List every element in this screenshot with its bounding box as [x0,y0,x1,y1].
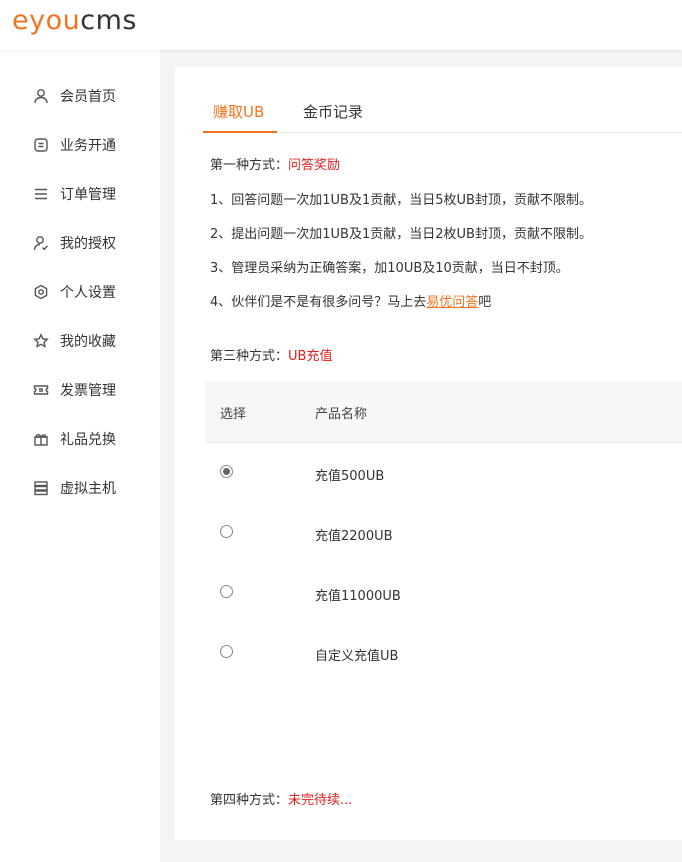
product-radio[interactable] [220,465,233,478]
method-4-title: 未完待续... [288,793,353,808]
main-panel: 赚取UB 金币记录 第一种方式：问答奖励 1、回答问题一次加1UB及1贡献，当日… [175,67,682,840]
method-3-prefix: 第三种方式： [210,349,289,364]
tab-coin-records[interactable]: 金币记录 [303,101,363,133]
line-4-text: 4、伙伴们是不是有很多问号？马上去 [210,295,427,310]
sidebar-item-label: 会员首页 [60,89,116,105]
settings-icon [32,283,50,301]
method-1-title: 问答奖励 [288,158,341,173]
method-1-prefix: 第一种方式： [210,158,289,173]
sidebar-item-label: 我的收藏 [60,334,116,350]
star-icon [32,332,50,350]
sidebar-item-hosting[interactable]: 虚拟主机 [32,476,152,500]
product-name: 充值500UB [315,469,385,484]
sidebar-item-label: 个人设置 [60,285,116,301]
tab-bar: 赚取UB 金币记录 [203,95,682,133]
method-1-line-2: 2、提出问题一次加1UB及1贡献，当日2枚UB封顶，贡献不限制。 [210,227,592,242]
product-name: 自定义充值UB [315,649,399,664]
gift-icon [32,430,50,448]
method-3-title: UB充值 [288,349,333,364]
column-header-select: 选择 [220,407,247,422]
product-radio[interactable] [220,525,233,538]
method-1-heading: 第一种方式：问答奖励 [210,154,340,173]
method-3-heading: 第三种方式：UB充值 [210,345,332,364]
service-icon [32,136,50,154]
sidebar-item-authorization[interactable]: 我的授权 [32,231,152,255]
sidebar-item-settings[interactable]: 个人设置 [32,280,152,304]
sidebar-item-label: 我的授权 [60,236,116,252]
product-radio[interactable] [220,645,233,658]
product-name: 充值11000UB [315,589,401,604]
sidebar-item-business[interactable]: 业务开通 [32,133,152,157]
column-header-product: 产品名称 [315,407,368,422]
sidebar-item-gifts[interactable]: 礼品兑换 [32,427,152,451]
eyou-qa-link[interactable]: 易优问答 [426,295,478,310]
table-row[interactable]: 充值2200UB [205,503,682,563]
sidebar: 会员首页 业务开通 订单管理 我的授权 个人设置 我的收藏 发票管理 礼品兑换 … [0,50,160,862]
sidebar-item-label: 发票管理 [60,383,116,399]
ticket-icon [32,381,50,399]
top-header: eyoucms [0,0,682,50]
server-icon [32,479,50,497]
tab-earn-ub[interactable]: 赚取UB [213,101,264,133]
method-1-line-3: 3、管理员采纳为正确答案，加10UB及10贡献，当日不封顶。 [210,261,569,276]
logo-rest: cms [80,5,137,36]
sidebar-item-label: 订单管理 [60,187,116,203]
list-icon [32,185,50,203]
user-icon [32,87,50,105]
sidebar-item-label: 礼品兑换 [60,432,116,448]
product-table-header: 选择 产品名称 [205,381,682,443]
sidebar-item-label: 虚拟主机 [60,481,116,497]
sidebar-item-orders[interactable]: 订单管理 [32,182,152,206]
method-1-line-1: 1、回答问题一次加1UB及1贡献，当日5枚UB封顶，贡献不限制。 [210,193,592,208]
method-4-heading: 第四种方式：未完待续... [210,789,352,808]
line-4-suffix: 吧 [478,295,492,310]
table-row[interactable]: 自定义充值UB [205,623,682,683]
table-row[interactable]: 充值11000UB [205,563,682,623]
user-check-icon [32,234,50,252]
eyoucms-logo[interactable]: eyoucms [12,4,137,38]
method-1-line-4: 4、伙伴们是不是有很多问号？马上去易优问答吧 [210,291,491,310]
sidebar-item-invoices[interactable]: 发票管理 [32,378,152,402]
table-row[interactable]: 充值500UB [205,443,682,503]
method-4-prefix: 第四种方式： [210,793,289,808]
active-tab-indicator [203,131,277,133]
logo-accent: eyou [12,5,81,36]
sidebar-item-member-home[interactable]: 会员首页 [32,84,152,108]
product-radio[interactable] [220,585,233,598]
product-name: 充值2200UB [315,529,393,544]
sidebar-item-favorites[interactable]: 我的收藏 [32,329,152,353]
sidebar-item-label: 业务开通 [60,138,116,154]
